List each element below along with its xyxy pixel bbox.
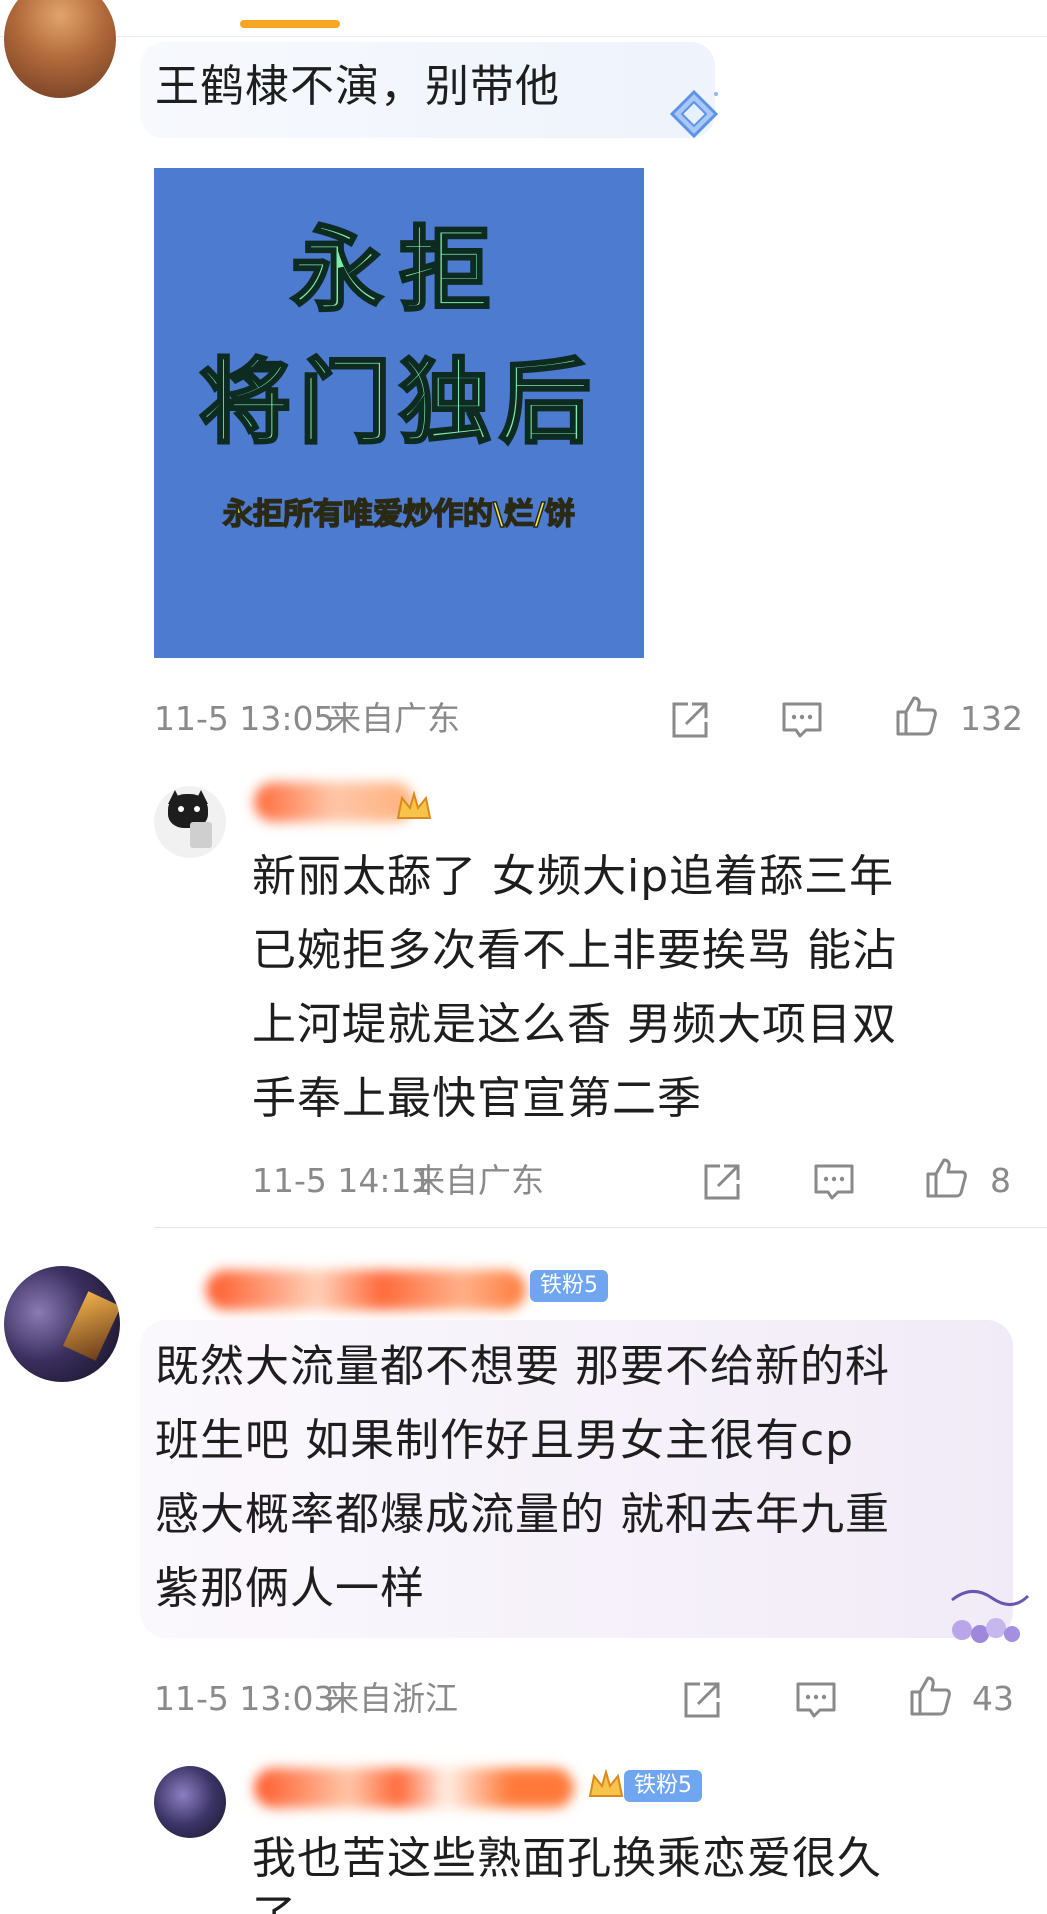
tab-indicator	[240, 20, 340, 28]
comment-date: 11-5 13:05	[154, 699, 335, 738]
reply-text-line: 已婉拒多次看不上非要挨骂 能沾	[252, 925, 897, 976]
reply-text-line: 我也苦这些熟面孔换乘恋爱很久	[252, 1833, 882, 1884]
like-count: 43	[972, 1679, 1014, 1718]
comment-text-line: 既然大流量都不想要 那要不给新的科	[155, 1341, 890, 1392]
comment-location: 来自浙江	[326, 1679, 458, 1718]
avatar[interactable]	[4, 1266, 120, 1382]
poster-line-2: 将门独后	[197, 348, 599, 458]
avatar[interactable]	[154, 786, 226, 858]
comment-icon[interactable]	[780, 698, 824, 742]
like-icon[interactable]	[924, 1156, 968, 1200]
crown-level-icon	[396, 790, 432, 819]
reply-date: 11-5 14:11	[252, 1161, 433, 1200]
like-icon[interactable]	[894, 694, 938, 738]
reply-text-line: 上河堤就是这么香 男频大项目双	[252, 999, 897, 1050]
reply-text-line: 新丽太舔了 女频大ip追着舔三年	[252, 851, 895, 902]
comment-text-line: 班生吧 如果制作好且男女主很有cp	[155, 1415, 855, 1466]
like-icon[interactable]	[908, 1674, 952, 1718]
avatar[interactable]	[154, 1766, 226, 1838]
comment-text-line: 紫那俩人一样	[155, 1563, 425, 1614]
avatar[interactable]	[4, 0, 116, 98]
comment-text: 王鹤棣不演，别带他	[155, 61, 560, 112]
comment-icon[interactable]	[812, 1160, 856, 1204]
reply-location: 来自广东	[412, 1161, 544, 1200]
comment-divider	[154, 1227, 1047, 1228]
share-icon[interactable]	[700, 1160, 744, 1204]
poster-line-1: 永拒	[289, 216, 507, 326]
like-count: 8	[990, 1161, 1011, 1200]
fan-badge: 铁粉5	[530, 1270, 608, 1302]
username[interactable]	[206, 1270, 526, 1310]
comment-icon[interactable]	[794, 1678, 838, 1722]
comment-date: 11-5 13:03	[154, 1679, 335, 1718]
comment-text-line: 感大概率都爆成流量的 就和去年九重	[155, 1489, 890, 1540]
crown-level-icon	[588, 1768, 624, 1797]
poster-line-3: 永拒所有唯爱炒作的\烂/饼	[222, 496, 575, 533]
share-icon[interactable]	[668, 698, 712, 742]
diamond-icon	[669, 89, 719, 139]
like-count: 132	[960, 699, 1023, 738]
comment-image[interactable]: 永拒 将门独后 永拒所有唯爱炒作的\烂/饼	[154, 168, 644, 658]
username[interactable]	[254, 782, 414, 822]
share-icon[interactable]	[680, 1678, 724, 1722]
comment-location: 来自广东	[328, 699, 460, 738]
reply-text-line: 了	[252, 1880, 297, 1914]
reply-text-line: 手奉上最快官宣第二季	[252, 1073, 702, 1124]
fan-badge: 铁粉5	[624, 1770, 702, 1802]
sticker-icon	[951, 1590, 1030, 1643]
top-divider	[0, 36, 1047, 37]
username[interactable]	[254, 1768, 574, 1808]
